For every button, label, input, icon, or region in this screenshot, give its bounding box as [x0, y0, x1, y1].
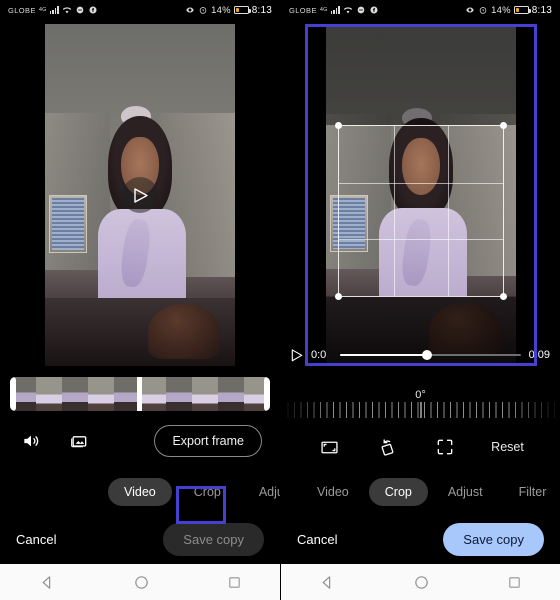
- video-preview-area-left[interactable]: [0, 20, 280, 368]
- facebook-icon: [370, 6, 378, 14]
- facebook-icon: [89, 6, 97, 14]
- status-bar-left-group: GLOBE 4G: [8, 5, 98, 15]
- recents-square-icon[interactable]: [227, 575, 242, 590]
- crop-dim-top: [326, 27, 516, 125]
- tab-video[interactable]: Video: [301, 478, 365, 506]
- crop-tools-row: Reset: [281, 424, 560, 470]
- crop-preview-area[interactable]: [281, 20, 560, 366]
- status-bar-right-group: 14% 8:13: [465, 5, 552, 16]
- aspect-ratio-icon[interactable]: [317, 435, 341, 459]
- battery-icon: [513, 6, 531, 14]
- rotation-dial[interactable]: [281, 395, 560, 418]
- status-bar-right: GLOBE 4G 14% 8:13: [281, 0, 560, 20]
- wifi-icon: [343, 7, 353, 14]
- save-copy-button[interactable]: Save copy: [443, 522, 544, 556]
- left-panel-video-tab: GLOBE 4G 14% 8:13 Export frame Video Cro…: [0, 0, 280, 600]
- trim-handle-end[interactable]: [264, 377, 270, 411]
- battery-percent-label: 14%: [211, 4, 231, 16]
- home-circle-icon[interactable]: [133, 574, 150, 591]
- eye-icon: [186, 7, 194, 13]
- cancel-button[interactable]: Cancel: [297, 532, 337, 547]
- status-bar-left-group: GLOBE 4G: [289, 5, 379, 15]
- signal-bars-icon: [330, 6, 340, 14]
- recents-square-icon[interactable]: [507, 575, 522, 590]
- crop-handle-bottom-left[interactable]: [335, 293, 342, 300]
- play-icon[interactable]: [291, 348, 303, 362]
- reset-button[interactable]: Reset: [491, 440, 524, 454]
- rotation-value-label: 0°: [415, 389, 426, 401]
- status-bar-right-group: 14% 8:13: [185, 5, 272, 16]
- crop-handle-bottom-right[interactable]: [500, 293, 507, 300]
- home-circle-icon[interactable]: [413, 574, 430, 591]
- video-frame[interactable]: [45, 24, 235, 366]
- tab-crop[interactable]: Crop: [368, 478, 428, 506]
- play-icon: [134, 187, 148, 203]
- back-triangle-icon[interactable]: [39, 574, 56, 591]
- do-not-disturb-icon: [76, 6, 84, 14]
- crop-rule-of-thirds-grid[interactable]: [335, 122, 507, 300]
- playhead-handle[interactable]: [137, 377, 143, 411]
- rotate-left-icon[interactable]: [375, 435, 399, 459]
- video-frame-cropped[interactable]: [326, 27, 516, 363]
- trim-handle-start[interactable]: [10, 377, 16, 411]
- carrier-label: GLOBE: [8, 5, 36, 15]
- battery-icon: [233, 6, 251, 14]
- rotation-dial-wrapper[interactable]: 0°: [281, 368, 560, 424]
- seek-knob[interactable]: [421, 350, 432, 360]
- crop-handle-top-right[interactable]: [500, 122, 507, 129]
- editor-tabs-right: Video Crop Adjust Filter: [281, 470, 560, 514]
- tab-adjust[interactable]: Adjust: [243, 478, 280, 506]
- android-nav-bar-left: [0, 564, 280, 600]
- seek-slider[interactable]: [340, 350, 521, 360]
- carrier-network-type: 4G: [319, 7, 328, 13]
- stabilize-icon[interactable]: [66, 428, 92, 454]
- editor-tabs-left: Video Crop Adjust: [0, 470, 280, 514]
- crop-preview-annotation-box: [305, 24, 537, 366]
- timeline-row[interactable]: [0, 376, 280, 412]
- battery-percent-label: 14%: [491, 4, 511, 16]
- carrier-network-type: 4G: [38, 7, 47, 13]
- back-triangle-icon[interactable]: [319, 574, 336, 591]
- android-nav-bar-right: [281, 564, 560, 600]
- action-bar-right: Cancel Save copy: [281, 514, 560, 564]
- tab-filter[interactable]: Filter: [503, 478, 560, 506]
- action-bar-left: Cancel Save copy: [0, 514, 280, 564]
- cancel-button[interactable]: Cancel: [16, 532, 56, 547]
- video-filmstrip[interactable]: [10, 377, 270, 411]
- volume-icon[interactable]: [18, 428, 44, 454]
- status-bar-left: GLOBE 4G 14% 8:13: [0, 0, 280, 20]
- dual-screenshot-comparison: GLOBE 4G 14% 8:13 Export frame Video Cro…: [0, 0, 560, 600]
- right-panel-crop-tab: GLOBE 4G 14% 8:13 0:04 0:09 0° Reset Vid…: [280, 0, 560, 600]
- export-frame-button[interactable]: Export frame: [154, 425, 262, 457]
- video-tools-row: Export frame: [0, 412, 280, 470]
- alarm-icon: [199, 7, 207, 14]
- eye-icon: [466, 7, 474, 13]
- tab-adjust[interactable]: Adjust: [432, 478, 499, 506]
- save-copy-button[interactable]: Save copy: [163, 522, 264, 556]
- do-not-disturb-icon: [357, 6, 365, 14]
- wifi-icon: [62, 7, 72, 14]
- tab-video[interactable]: Video: [108, 478, 172, 506]
- auto-expand-icon[interactable]: [433, 435, 457, 459]
- signal-bars-icon: [49, 6, 59, 14]
- clock-label: 8:13: [531, 4, 552, 16]
- crop-handle-top-left[interactable]: [335, 122, 342, 129]
- alarm-icon: [479, 7, 487, 14]
- carrier-label: GLOBE: [289, 5, 317, 15]
- tab-crop[interactable]: Crop: [178, 478, 237, 506]
- play-button-overlay[interactable]: [122, 177, 158, 213]
- clock-label: 8:13: [251, 4, 272, 16]
